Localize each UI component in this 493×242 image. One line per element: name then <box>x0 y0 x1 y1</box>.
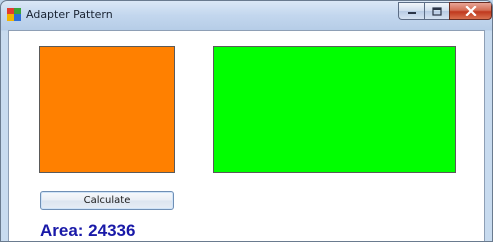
title-bar[interactable]: Adapter Pattern <box>1 1 492 30</box>
minimize-button[interactable] <box>398 2 424 20</box>
app-window: Adapter Pattern Calculate Area: 24336 <box>0 0 493 242</box>
close-button[interactable] <box>449 2 492 20</box>
colorful-app-icon <box>7 8 21 21</box>
maximize-button[interactable] <box>424 2 449 20</box>
maximize-icon <box>432 6 442 16</box>
client-area: Calculate Area: 24336 <box>8 30 485 241</box>
orange-square-shape <box>39 46 175 173</box>
calculate-button[interactable]: Calculate <box>40 191 174 210</box>
green-rectangle-shape <box>213 46 456 173</box>
area-result-label: Area: 24336 <box>40 221 136 240</box>
close-icon <box>464 6 477 16</box>
caption-buttons <box>398 2 492 20</box>
window-title: Adapter Pattern <box>26 8 113 21</box>
minimize-icon <box>407 12 416 14</box>
